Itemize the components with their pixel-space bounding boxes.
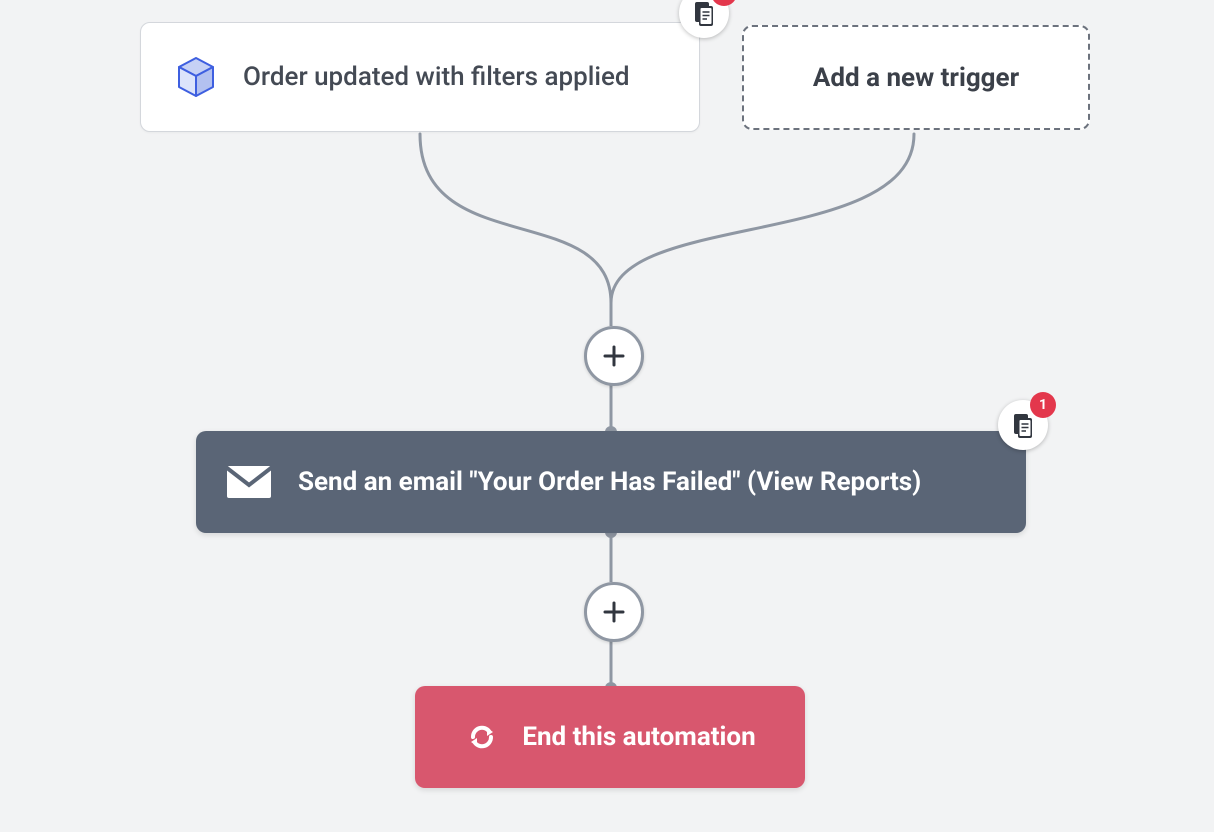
action-notes-badge[interactable]: 1: [998, 400, 1048, 450]
action-send-email[interactable]: Send an email "Your Order Has Failed" (V…: [196, 431, 1026, 533]
add-step-button-1[interactable]: [584, 326, 644, 386]
end-automation[interactable]: End this automation: [415, 686, 805, 788]
automation-flow-canvas: Order updated with filters applied 1 Add…: [0, 0, 1214, 832]
document-icon: [693, 0, 715, 26]
add-step-button-2[interactable]: [584, 582, 644, 642]
add-trigger-label: Add a new trigger: [813, 63, 1019, 93]
cube-icon: [173, 54, 219, 100]
action-notes-count: 1: [1030, 392, 1056, 418]
refresh-icon: [464, 719, 500, 755]
action-label: Send an email "Your Order Has Failed" (V…: [298, 467, 921, 497]
end-label: End this automation: [522, 722, 755, 752]
trigger-order-updated[interactable]: Order updated with filters applied: [140, 22, 700, 132]
mail-icon: [226, 465, 272, 499]
plus-icon: [602, 344, 626, 368]
plus-icon: [602, 600, 626, 624]
document-icon: [1012, 412, 1034, 438]
add-trigger-button[interactable]: Add a new trigger: [742, 25, 1090, 130]
trigger-label: Order updated with filters applied: [243, 62, 630, 92]
